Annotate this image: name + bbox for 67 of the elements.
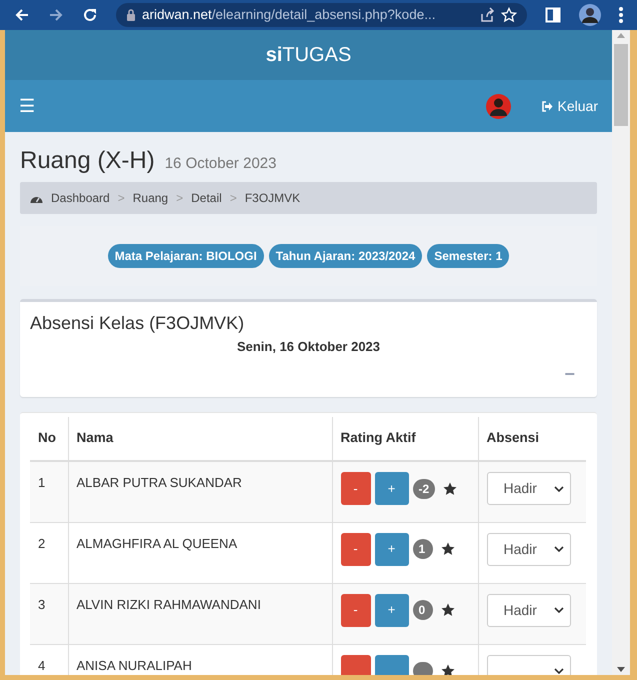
column-header: No (38, 430, 56, 446)
logout-button[interactable]: Keluar (540, 96, 598, 116)
collapse-button[interactable]: − (564, 364, 575, 382)
decrease-button[interactable]: - (340, 472, 370, 505)
attendance-select[interactable]: Hadir (486, 594, 570, 626)
student-name: ALMAGHFIRA AL QUEENA (68, 522, 332, 583)
chevron-down-icon (554, 668, 564, 674)
sidebar-icon[interactable] (545, 7, 561, 23)
star-icon (443, 482, 458, 496)
lock-icon (126, 9, 136, 21)
student-name: ALBAR PUTRA SUKANDAR (68, 461, 332, 522)
info-badge: Semester: 1 (427, 244, 510, 268)
attendance-select[interactable]: Hadir (486, 472, 570, 505)
student-name: ANISA NURALIPAH (68, 644, 332, 675)
column-header: Rating Aktif (340, 430, 416, 446)
info-badge: Mata Pelajaran: BIOLOGI (108, 244, 264, 268)
scroll-up-icon (617, 32, 625, 38)
rating-badge: 1 (412, 539, 432, 559)
user-avatar-icon[interactable] (486, 94, 511, 118)
chevron-down-icon (554, 546, 564, 552)
address-bar[interactable]: aridwan.net/elearning/detail_absensi.php?kode... (116, 3, 527, 27)
decrease-button[interactable]: - (340, 532, 370, 566)
rating-badge: -2 (412, 478, 436, 498)
card-title: Absensi Kelas (F3OJMVK) (30, 312, 244, 335)
rating-badge (412, 662, 432, 675)
star-icon (440, 603, 454, 617)
sign-out-icon (540, 100, 553, 112)
menu-toggle[interactable]: ☰ (19, 97, 35, 115)
breadcrumb-link[interactable]: Ruang (132, 189, 168, 207)
card-date: Senin, 16 Oktober 2023 (236, 338, 380, 356)
column-header: Absensi (486, 430, 540, 446)
row-number: 3 (30, 583, 68, 644)
star-icon (440, 542, 454, 556)
increase-button[interactable]: + (374, 532, 408, 566)
brand-logo[interactable]: siTUGAS (266, 40, 352, 70)
scrollbar-thumb[interactable] (614, 44, 628, 126)
star-icon (440, 664, 454, 675)
column-header: Nama (76, 430, 114, 446)
reload-icon[interactable] (82, 7, 98, 23)
share-icon[interactable] (479, 7, 495, 23)
breadcrumb-separator: > (230, 190, 237, 207)
increase-button[interactable]: + (374, 594, 408, 626)
forward-icon[interactable] (48, 7, 64, 23)
scroll-down-icon (617, 667, 625, 673)
info-badge: Tahun Ajaran: 2023/2024 (268, 244, 422, 268)
back-icon[interactable] (14, 7, 30, 23)
more-icon[interactable] (619, 7, 623, 23)
increase-button[interactable]: + (374, 472, 408, 505)
row-number: 4 (30, 644, 68, 675)
breadcrumb-separator: > (176, 190, 184, 207)
row-number: 1 (30, 461, 68, 522)
breadcrumb-link[interactable]: Detail (191, 189, 222, 207)
rating-badge: 0 (412, 600, 432, 620)
page-title: Ruang (X-H) (20, 146, 155, 176)
chevron-down-icon (554, 486, 564, 492)
scrollbar[interactable] (612, 30, 630, 675)
breadcrumb-link[interactable]: Dashboard (51, 189, 110, 207)
chevron-down-icon (554, 607, 564, 613)
avatar-icon[interactable] (579, 4, 601, 26)
row-number: 2 (30, 522, 68, 583)
student-name: ALVIN RIZKI RAHMAWANDANI (68, 583, 332, 644)
decrease-button[interactable]: - (340, 594, 370, 626)
star-icon[interactable] (501, 7, 517, 23)
page-subtitle: 16 October 2023 (164, 154, 276, 174)
attendance-select[interactable]: Hadir (486, 532, 570, 566)
breadcrumb-separator: > (118, 190, 125, 207)
url-text: aridwan.net/elearning/detail_absensi.php?kode... (142, 6, 436, 24)
